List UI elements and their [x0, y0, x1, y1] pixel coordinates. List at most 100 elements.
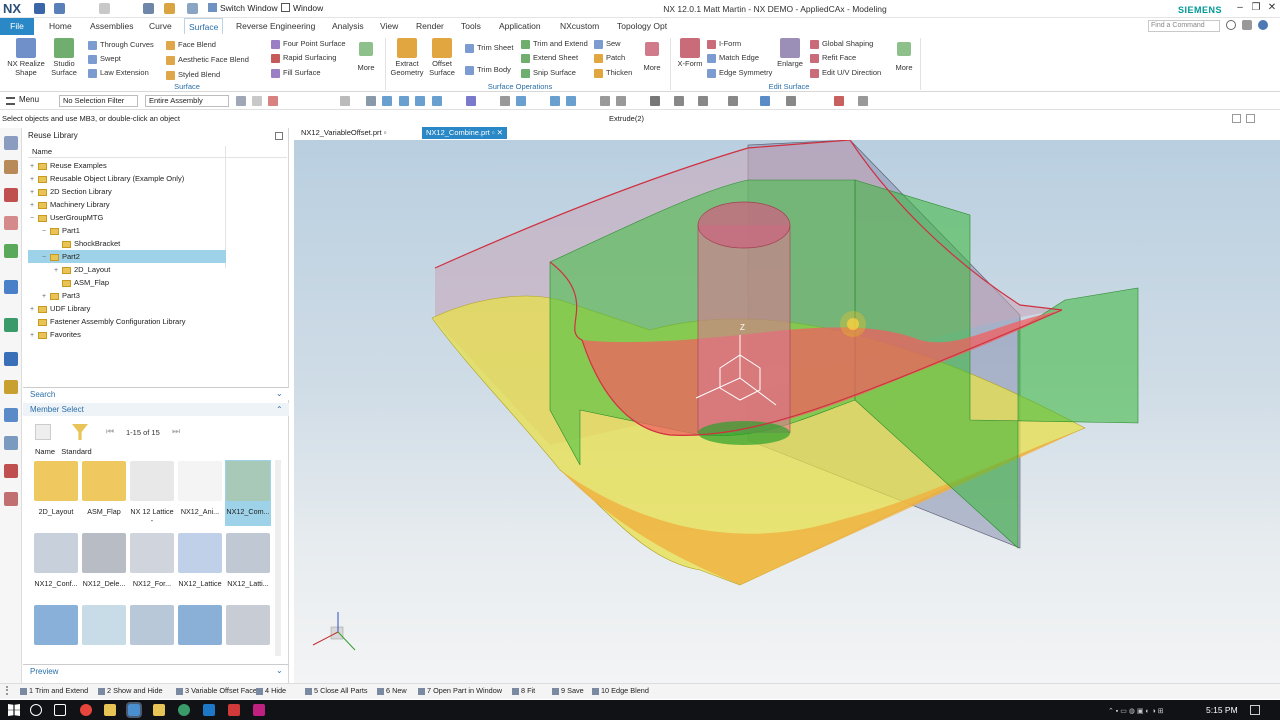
constraint-navigator-icon[interactable]	[4, 188, 18, 202]
trim-and-extend-button[interactable]: Trim and Extend	[521, 37, 588, 50]
tab-view[interactable]: View	[376, 18, 402, 34]
tab-curve[interactable]: Curve	[145, 18, 176, 34]
tree-item[interactable]: − UserGroupMTG	[28, 211, 226, 224]
search-icon[interactable]	[30, 704, 42, 716]
tree-item[interactable]: − Part2	[28, 250, 226, 263]
settings-icon[interactable]	[1242, 20, 1252, 30]
member-tile[interactable]	[177, 604, 223, 670]
roles-icon[interactable]	[4, 380, 18, 394]
analysis-icon[interactable]	[834, 96, 844, 106]
tab-analysis[interactable]: Analysis	[328, 18, 368, 34]
deselect-icon[interactable]	[252, 96, 262, 106]
tree-item[interactable]: + UDF Library	[28, 302, 226, 315]
chrome-icon[interactable]	[80, 704, 92, 716]
tab-file[interactable]: File	[0, 18, 34, 35]
selection-filter-dropdown[interactable]: No Selection Filter	[59, 95, 138, 107]
fit-icon[interactable]	[650, 96, 660, 106]
expand-icon[interactable]: −	[42, 225, 50, 238]
part-navigator-icon[interactable]	[4, 136, 18, 150]
member-scrollbar[interactable]	[275, 460, 281, 656]
folder-icon[interactable]	[153, 704, 165, 716]
through-curves-button[interactable]: Through Curves	[88, 38, 154, 51]
tree-item[interactable]: ASM_Flap	[28, 276, 226, 289]
select-all-icon[interactable]	[236, 96, 246, 106]
orient-view-icon[interactable]	[786, 96, 796, 106]
rotate-icon[interactable]	[674, 96, 684, 106]
rapid-surfacing-button[interactable]: Rapid Surfacing	[271, 51, 336, 64]
refit-face-button[interactable]: Refit Face	[810, 51, 856, 64]
extract-geometry-button[interactable]: Extract Geometry	[387, 38, 427, 77]
manufacturing-icon[interactable]	[4, 436, 18, 450]
tree-item[interactable]: ShockBracket	[28, 237, 226, 250]
tree-item[interactable]: + Reusable Object Library (Example Only)	[28, 172, 226, 185]
chevron-down-icon[interactable]: ⌄	[276, 666, 283, 675]
recent-command[interactable]: 10 Edge Blend	[592, 686, 649, 695]
offset-surface-button[interactable]: Offset Surface	[422, 38, 462, 77]
edge-icon[interactable]	[203, 704, 215, 716]
member-tile[interactable]	[33, 604, 79, 670]
cut-icon[interactable]	[99, 3, 110, 14]
member-tile[interactable]: NX12_Conf...	[33, 532, 79, 598]
column-header-name[interactable]: Name	[28, 146, 287, 158]
expand-icon[interactable]: +	[30, 329, 38, 342]
search-section-header[interactable]: Search	[23, 387, 289, 400]
member-tile[interactable]: NX12_Dele...	[81, 532, 127, 598]
recent-command[interactable]: 4 Hide	[256, 686, 286, 695]
member-select-section-header[interactable]: Member Select	[23, 403, 289, 416]
member-tile[interactable]: NX12_For...	[129, 532, 175, 598]
tab-tools[interactable]: Tools	[457, 18, 485, 34]
spline-icon[interactable]	[466, 96, 476, 106]
measure-icon[interactable]	[858, 96, 868, 106]
tree-item[interactable]: +2D_Layout	[28, 263, 226, 276]
studio-surface-button[interactable]: Studio Surface	[44, 38, 84, 77]
tab-render[interactable]: Render	[412, 18, 448, 34]
tree-item[interactable]: + Machinery Library	[28, 198, 226, 211]
x-form-button[interactable]: X-Form	[670, 38, 710, 69]
member-tile[interactable]: NX12_Com...	[225, 460, 271, 526]
member-tile[interactable]	[81, 604, 127, 670]
shaded-icon[interactable]	[382, 96, 392, 106]
tree-item[interactable]: − Part1	[28, 224, 226, 237]
save-icon[interactable]	[34, 3, 45, 14]
recent-command[interactable]: 8 Fit	[512, 686, 535, 695]
i-form-button[interactable]: I-Form	[707, 37, 741, 50]
curve-snap-icon[interactable]	[432, 96, 442, 106]
repeat-icon[interactable]	[187, 3, 198, 14]
member-tile[interactable]	[129, 604, 175, 670]
process-studio-icon[interactable]	[4, 352, 18, 366]
preview-section-header[interactable]: Preview	[23, 664, 289, 677]
tab-assemblies[interactable]: Assemblies	[86, 18, 137, 34]
layout-icon[interactable]	[1246, 114, 1255, 123]
filter-icon[interactable]	[268, 96, 278, 106]
task-view-icon[interactable]	[54, 704, 66, 716]
tab-reverse-engineering[interactable]: Reverse Engineering	[232, 18, 319, 34]
nx-app-icon[interactable]	[126, 702, 142, 718]
tree-item[interactable]: + Part3	[28, 289, 226, 302]
render-style-icon[interactable]	[760, 96, 770, 106]
analysis-navigator-icon[interactable]	[4, 464, 18, 478]
col-standard[interactable]: Standard	[61, 447, 91, 456]
point-icon[interactable]	[500, 96, 510, 106]
recent-command[interactable]: 3 Variable Offset Face	[176, 686, 257, 695]
tree-item[interactable]: + Favorites	[28, 328, 226, 341]
doc-tab-variable-offset[interactable]: NX12_VariableOffset.prt ▫	[297, 127, 390, 139]
global-shaping-button[interactable]: Global Shaping	[810, 37, 873, 50]
selection-scope-dropdown[interactable]: Entire Assembly	[145, 95, 229, 107]
find-command-input[interactable]: Find a Command	[1148, 20, 1220, 32]
reuse-library-icon[interactable]	[4, 244, 18, 258]
member-tile[interactable]	[225, 604, 271, 670]
body-icon[interactable]	[616, 96, 626, 106]
law-extension-button[interactable]: Law Extension	[88, 66, 149, 79]
tree-item[interactable]: + Reuse Examples	[28, 159, 226, 172]
member-tile[interactable]: NX 12 Lattice -	[129, 460, 175, 526]
part-history-icon[interactable]	[4, 216, 18, 230]
face-blend-button[interactable]: Face Blend	[166, 38, 216, 51]
recent-command[interactable]: 2 Show and Hide	[98, 686, 163, 695]
nx-realize-shape-button[interactable]: NX Realize Shape	[6, 38, 46, 77]
tab-application[interactable]: Application	[495, 18, 545, 34]
swept-button[interactable]: Swept	[88, 52, 121, 65]
edit-uv-direction-button[interactable]: Edit U/V Direction	[810, 66, 881, 79]
surface-more-button[interactable]: More	[352, 38, 380, 73]
pan-icon[interactable]	[698, 96, 708, 106]
search-icon[interactable]	[1226, 20, 1236, 30]
